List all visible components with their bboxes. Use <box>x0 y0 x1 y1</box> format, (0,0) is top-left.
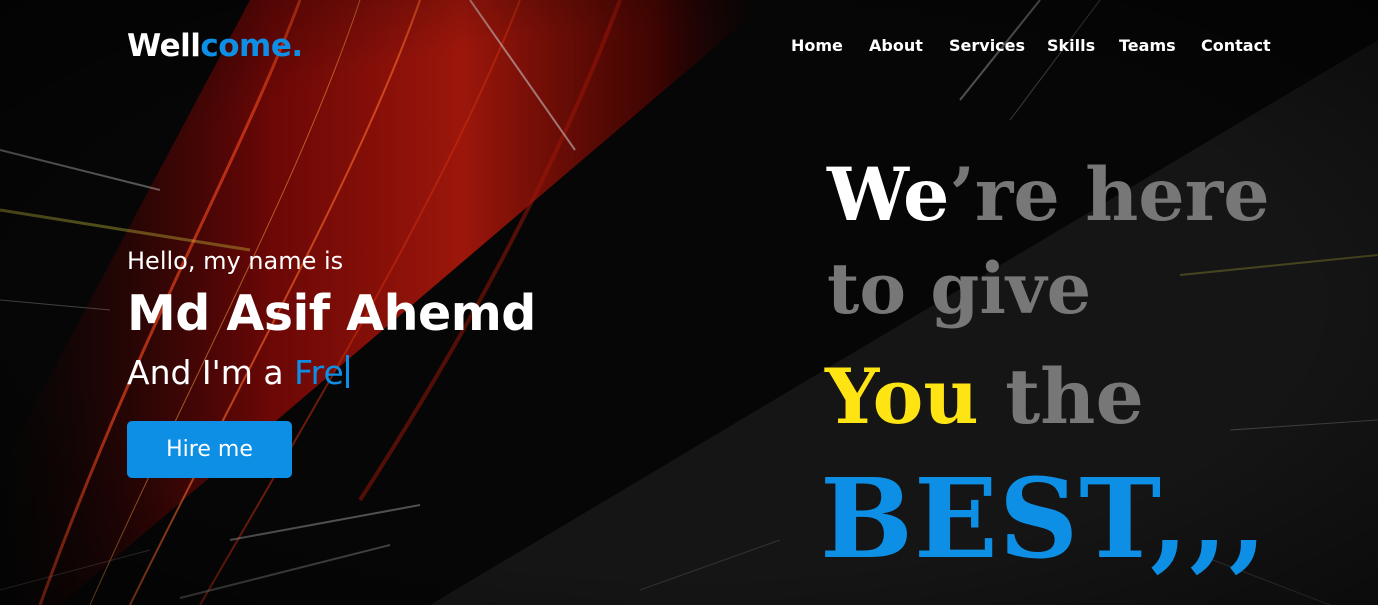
nav-link-teams[interactable]: Teams <box>1119 35 1176 57</box>
tagline-line-2: to give <box>827 247 1092 330</box>
tagline-line-4: BEST,,, <box>820 454 1268 583</box>
role-typed-text: Fre <box>294 353 344 392</box>
logo-text-accent: come. <box>200 28 303 64</box>
hero-role: And I'm a Fre <box>127 351 349 395</box>
hero-greeting: Hello, my name is <box>127 247 344 275</box>
hero-name: Md Asif Ahemd <box>127 285 536 342</box>
nav-link-services[interactable]: Services <box>949 35 1025 57</box>
nav-link-skills[interactable]: Skills <box>1047 35 1095 57</box>
nav-link-contact[interactable]: Contact <box>1201 35 1271 57</box>
tagline-line-1: We’re here <box>827 150 1270 240</box>
tagline-line-3: You the <box>825 350 1144 444</box>
site-logo[interactable]: Wellcome. <box>127 26 303 66</box>
top-navbar: Wellcome. Home About Services Skills Tea… <box>0 0 1378 92</box>
tagline-word-you: You <box>825 352 979 441</box>
hire-me-button[interactable]: Hire me <box>127 421 292 478</box>
typing-cursor <box>345 355 349 388</box>
tagline-word-we: We <box>827 152 950 238</box>
nav-link-about[interactable]: About <box>869 35 923 57</box>
logo-text-main: Well <box>127 28 201 64</box>
tagline-word-the: the <box>1005 352 1144 441</box>
tagline-words-re-here: ’re here <box>949 152 1270 238</box>
role-prefix: And I'm a <box>127 353 284 392</box>
nav-link-home[interactable]: Home <box>791 35 843 57</box>
